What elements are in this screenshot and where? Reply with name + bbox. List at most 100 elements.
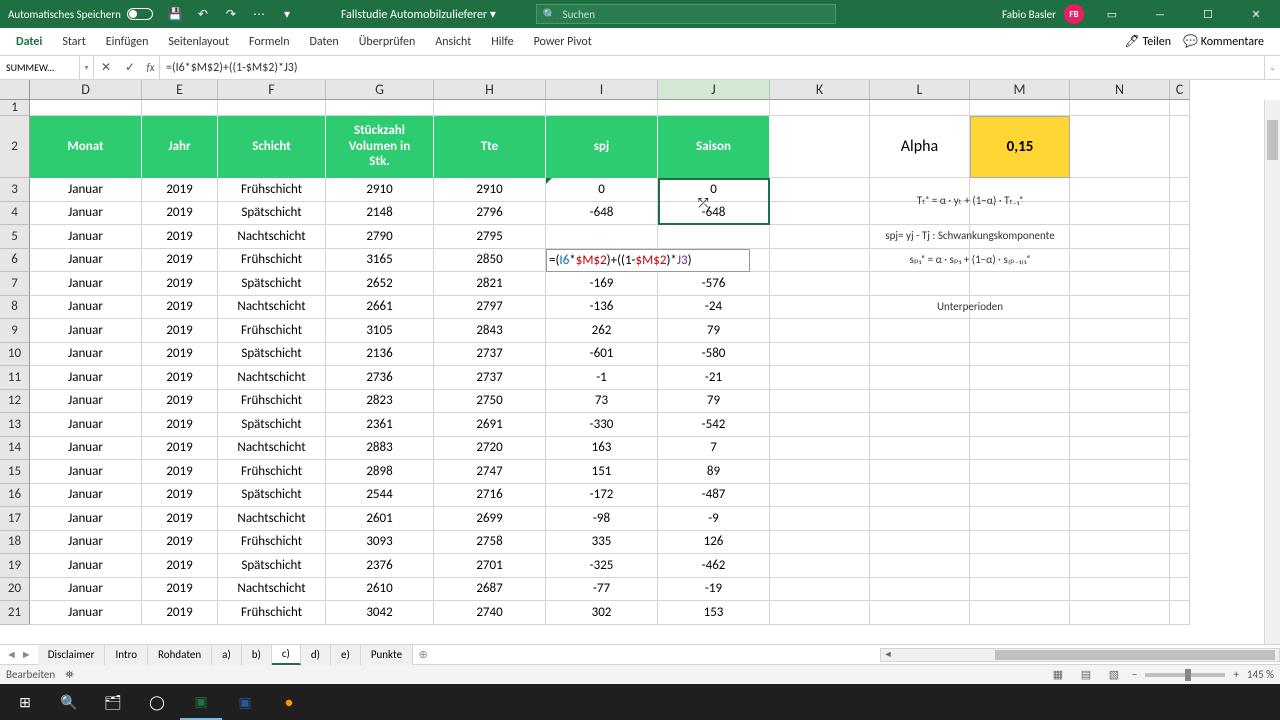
cell-N14[interactable] [1070,437,1170,461]
user-avatar[interactable]: FB [1064,4,1084,24]
cell-F14[interactable]: Nachtschicht [218,437,326,461]
cell-K16[interactable] [770,484,870,508]
cell-C7[interactable] [1170,272,1190,296]
col-header-L[interactable]: L [870,80,970,100]
redo-icon[interactable]: ↷ [217,0,245,28]
cell-F16[interactable]: Spätschicht [218,484,326,508]
cell-F19[interactable]: Spätschicht [218,554,326,578]
cell-D20[interactable]: Januar [30,578,142,602]
cell-J8[interactable]: -24 [658,296,770,320]
cell-G17[interactable]: 2601 [326,507,434,531]
cell-N13[interactable] [1070,413,1170,437]
cell-C10[interactable] [1170,343,1190,367]
cell-J18[interactable]: 126 [658,531,770,555]
cell-H9[interactable]: 2843 [434,319,546,343]
cell-E11[interactable]: 2019 [142,366,218,390]
header-I[interactable]: spj [546,116,658,178]
cell-H12[interactable]: 2750 [434,390,546,414]
firefox-icon[interactable]: ● [268,684,310,720]
cell-H11[interactable]: 2737 [434,366,546,390]
cell-K12[interactable] [770,390,870,414]
cell-C18[interactable] [1170,531,1190,555]
cell-L18[interactable] [870,531,970,555]
row-header-21[interactable]: 21 [0,601,30,625]
col-header-E[interactable]: E [142,80,218,100]
tab-ansicht[interactable]: Ansicht [425,28,481,56]
cell-N18[interactable] [1070,531,1170,555]
cell-D19[interactable]: Januar [30,554,142,578]
cell-F4[interactable]: Spätschicht [218,202,326,226]
cell-I13[interactable]: -330 [546,413,658,437]
cell-N17[interactable] [1070,507,1170,531]
cell-F8[interactable]: Nachtschicht [218,296,326,320]
row-header-17[interactable]: 17 [0,507,30,531]
cell-H17[interactable]: 2699 [434,507,546,531]
cell-H6[interactable]: 2850 [434,249,546,273]
cell-K18[interactable] [770,531,870,555]
cell-C5[interactable] [1170,225,1190,249]
tab-powerpivot[interactable]: Power Pivot [524,28,602,56]
cell-L15[interactable] [870,460,970,484]
tab-daten[interactable]: Daten [300,28,349,56]
cell-J1[interactable] [658,100,770,116]
col-header-D[interactable]: D [30,80,142,100]
cell-D4[interactable]: Januar [30,202,142,226]
cell-L13[interactable] [870,413,970,437]
cell-E18[interactable]: 2019 [142,531,218,555]
cell-I15[interactable]: 151 [546,460,658,484]
cell-D18[interactable]: Januar [30,531,142,555]
cell-J21[interactable]: 153 [658,601,770,625]
cell-E7[interactable]: 2019 [142,272,218,296]
row-header-19[interactable]: 19 [0,554,30,578]
ribbon-mode-icon[interactable]: ▭ [1092,0,1132,28]
cell-K19[interactable] [770,554,870,578]
cell-F18[interactable]: Frühschicht [218,531,326,555]
view-layout-icon[interactable]: ▤ [1076,667,1096,683]
cell-G18[interactable]: 3093 [326,531,434,555]
cell-M18[interactable] [970,531,1070,555]
cell-F5[interactable]: Nachtschicht [218,225,326,249]
cell-D8[interactable]: Januar [30,296,142,320]
cell-J7[interactable]: -576 [658,272,770,296]
qat-more-icon[interactable]: ⋯ [245,0,273,28]
cell-C15[interactable] [1170,460,1190,484]
row-header-8[interactable]: 8 [0,296,30,320]
select-all-corner[interactable] [0,80,30,100]
sheet-nav[interactable]: ◄► [0,648,38,661]
cell-M13[interactable] [970,413,1070,437]
zoom-slider[interactable] [1145,673,1225,677]
col-header-N[interactable]: N [1070,80,1170,100]
cell-C9[interactable] [1170,319,1190,343]
cell-I16[interactable]: -172 [546,484,658,508]
cell-C17[interactable] [1170,507,1190,531]
row-header-14[interactable]: 14 [0,437,30,461]
cell-C3[interactable] [1170,178,1190,202]
cell-N19[interactable] [1070,554,1170,578]
cell-J19[interactable]: -462 [658,554,770,578]
close-icon[interactable]: ✕ [1236,0,1276,28]
cell-L1[interactable] [870,100,970,116]
name-box[interactable]: SUMMEW... [0,56,80,79]
tab-seitenlayout[interactable]: Seitenlayout [158,28,239,56]
cell-D6[interactable]: Januar [30,249,142,273]
cell-I11[interactable]: -1 [546,366,658,390]
cell-I1[interactable] [546,100,658,116]
tab-hilfe[interactable]: Hilfe [481,28,523,56]
cell-D13[interactable]: Januar [30,413,142,437]
zoom-in-icon[interactable]: + [1233,668,1238,681]
sheet-tab-Punkte[interactable]: Punkte [361,645,413,665]
cancel-edit-icon[interactable]: ✕ [94,56,118,79]
cell-I3[interactable]: 0 [546,178,658,202]
cell-H5[interactable]: 2795 [434,225,546,249]
cell-H18[interactable]: 2758 [434,531,546,555]
cell-K17[interactable] [770,507,870,531]
cell-D10[interactable]: Januar [30,343,142,367]
cell-C21[interactable] [1170,601,1190,625]
tab-einfuegen[interactable]: Einfügen [96,28,159,56]
vertical-scrollbar[interactable] [1264,100,1280,644]
cell-E4[interactable]: 2019 [142,202,218,226]
cell-C4[interactable] [1170,202,1190,226]
cell-C14[interactable] [1170,437,1190,461]
row-header-20[interactable]: 20 [0,578,30,602]
zoom-out-icon[interactable]: − [1132,668,1137,681]
